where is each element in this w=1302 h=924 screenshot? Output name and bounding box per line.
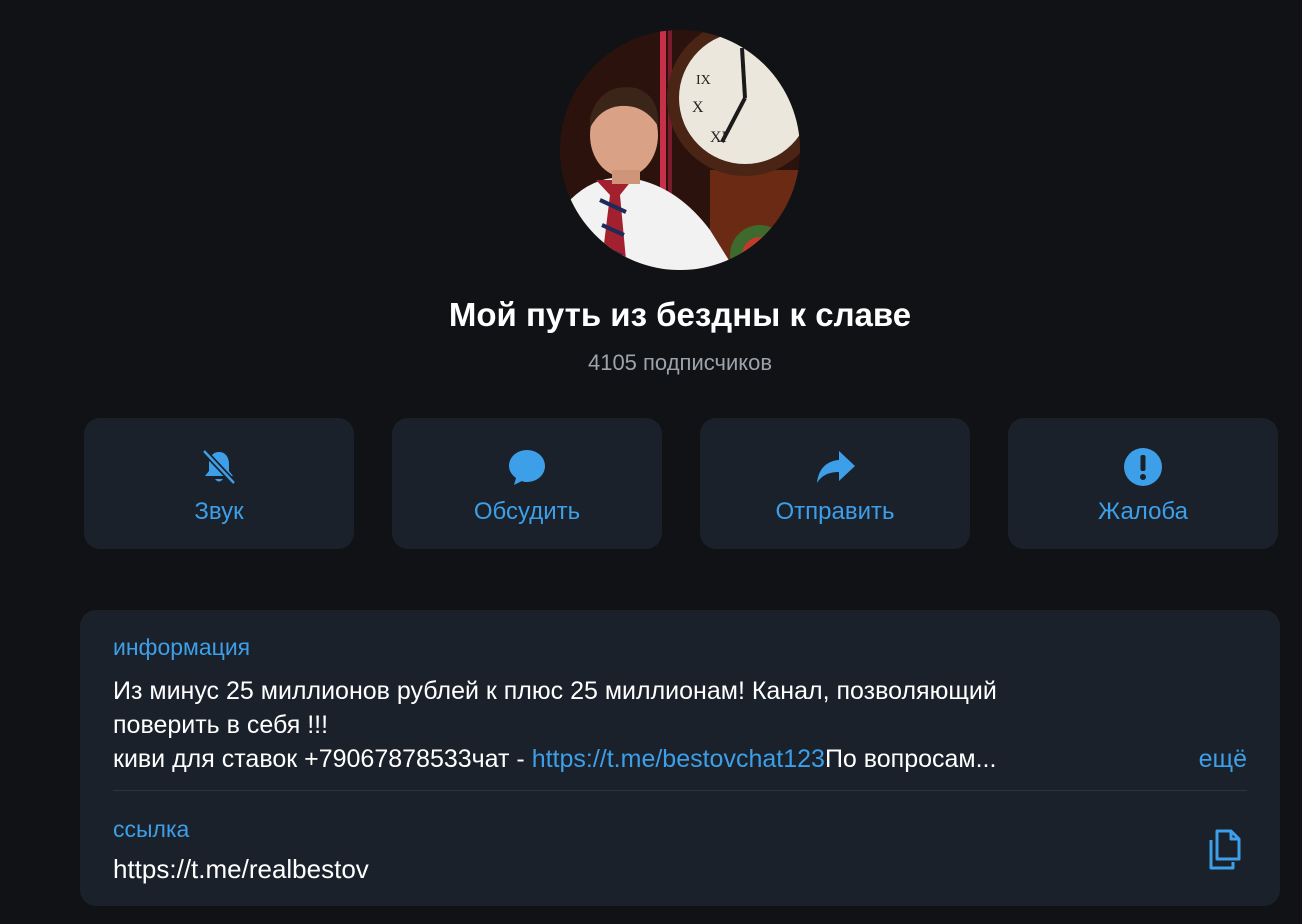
svg-text:XI: XI (710, 129, 727, 146)
chat-link[interactable]: https://t.me/bestovchat123 (532, 745, 825, 773)
bell-muted-icon (199, 447, 239, 487)
sound-button-label: Звук (194, 498, 244, 525)
subscriber-count: 4105 подписчиков (587, 350, 773, 375)
svg-text:X: X (692, 99, 704, 116)
info-line-3-prefix: киви для ставок +79067878533чат - (113, 745, 532, 773)
info-line-1: Из минус 25 миллионов рублей к плюс 25 м… (113, 677, 997, 705)
discuss-button-label: Обсудить (473, 498, 581, 525)
channel-link[interactable]: https://t.me/realbestov (113, 854, 369, 885)
show-more-link[interactable]: ещё (1199, 742, 1247, 776)
link-header: ссылка (113, 816, 190, 842)
info-line-2: поверить в себя !!! (113, 711, 329, 739)
discuss-button[interactable]: Обсудить (392, 418, 662, 549)
info-header: информация (113, 634, 251, 660)
channel-title: Мой путь из бездны к славе (448, 296, 912, 333)
avatar-image: XI X IX (560, 30, 800, 270)
info-line-3: киви для ставок +79067878533чат - https:… (113, 742, 1223, 776)
copy-icon[interactable] (1203, 828, 1247, 872)
info-line-3-suffix: По вопросам... (824, 745, 997, 773)
share-button[interactable]: Отправить (700, 418, 970, 549)
divider (113, 790, 1247, 791)
channel-avatar[interactable]: XI X IX (560, 30, 800, 270)
alert-icon (1123, 447, 1163, 487)
chat-bubble-icon (507, 447, 547, 487)
report-button-label: Жалоба (1098, 498, 1188, 525)
share-button-label: Отправить (775, 498, 895, 525)
sound-button[interactable]: Звук (84, 418, 354, 549)
info-description: Из минус 25 миллионов рублей к плюс 25 м… (113, 674, 1223, 776)
svg-text:IX: IX (696, 73, 711, 88)
channel-info-card: информация Из минус 25 миллионов рублей … (80, 610, 1280, 906)
share-arrow-icon (815, 447, 855, 487)
report-button[interactable]: Жалоба (1008, 418, 1278, 549)
